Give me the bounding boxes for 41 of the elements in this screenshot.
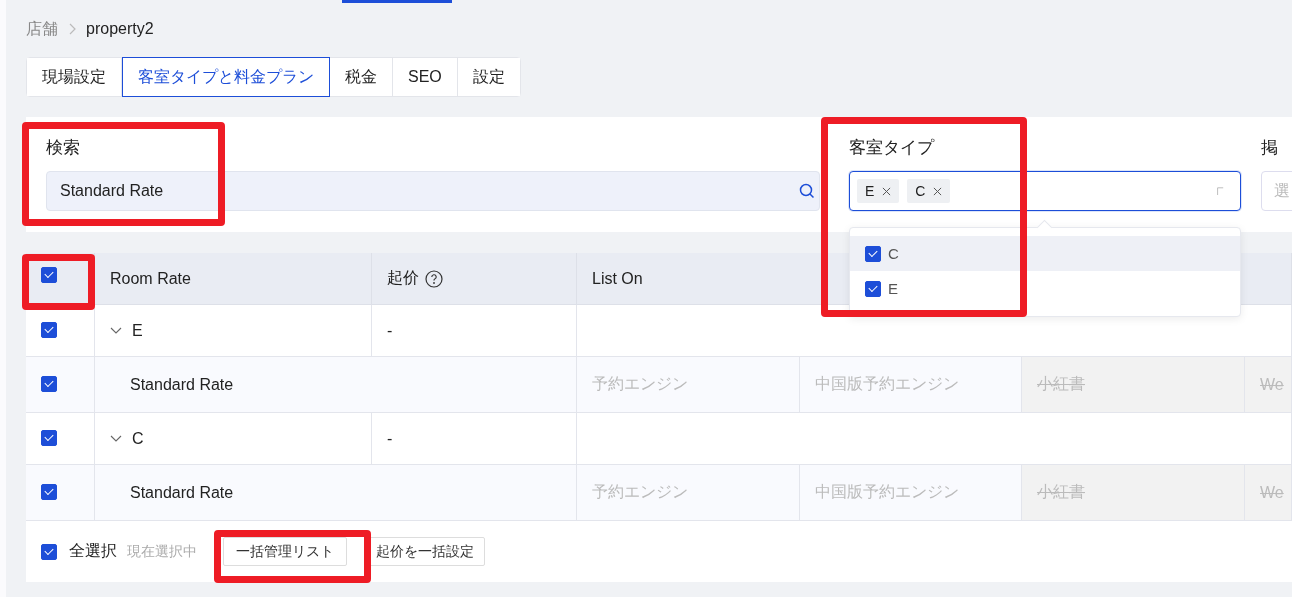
dropdown-option[interactable]: C — [850, 236, 1240, 271]
tab[interactable]: 客室タイプと料金プラン — [122, 57, 330, 97]
table-cell: Standard Rate — [95, 465, 577, 521]
close-icon[interactable] — [882, 186, 892, 196]
table-cell: 中国版予約エンジン — [800, 465, 1022, 521]
chevron-down-icon[interactable] — [110, 326, 122, 335]
checkbox[interactable] — [41, 430, 57, 446]
table-cell: E — [95, 305, 372, 357]
bulk-button[interactable]: 一括管理リスト — [223, 537, 347, 566]
checkbox[interactable] — [41, 376, 57, 392]
checkbox[interactable] — [41, 484, 57, 500]
table-cell: 予約エンジン — [577, 465, 800, 521]
search-icon[interactable] — [799, 183, 815, 199]
select-all-label: 全選択 — [69, 541, 117, 561]
table-cell: C — [95, 413, 372, 465]
checkbox[interactable] — [41, 267, 57, 283]
column-header: Room Rate — [95, 253, 372, 305]
selection-count: 現在選択中 — [127, 542, 197, 561]
multi-select[interactable]: E C — [849, 171, 1241, 211]
dropdown-option[interactable]: E — [850, 271, 1240, 306]
tag: C — [907, 179, 951, 203]
tag: E — [857, 179, 900, 203]
chevron-down-icon[interactable] — [110, 434, 122, 443]
tab[interactable]: 現場設定 — [27, 58, 122, 96]
checkbox[interactable] — [41, 543, 57, 560]
table-cell: 予約エンジン — [577, 357, 800, 413]
help-icon[interactable] — [425, 269, 443, 288]
table-cell: 中国版予約エンジン — [800, 357, 1022, 413]
column-header: 起价 — [372, 253, 577, 305]
field-label: 客室タイプ — [849, 137, 936, 159]
checkbox[interactable] — [865, 280, 881, 297]
chevron-icon — [68, 23, 76, 35]
checkbox[interactable] — [41, 322, 57, 338]
field-label: 検索 — [46, 137, 81, 159]
close-icon[interactable] — [933, 186, 943, 196]
search-field[interactable]: Standard Rate — [46, 171, 820, 211]
field-label: 掲 — [1261, 137, 1279, 159]
table-cell: - — [372, 305, 577, 357]
checkbox[interactable] — [865, 245, 881, 262]
table-cell: - — [372, 413, 577, 465]
table-cell: Standard Rate — [95, 357, 577, 413]
